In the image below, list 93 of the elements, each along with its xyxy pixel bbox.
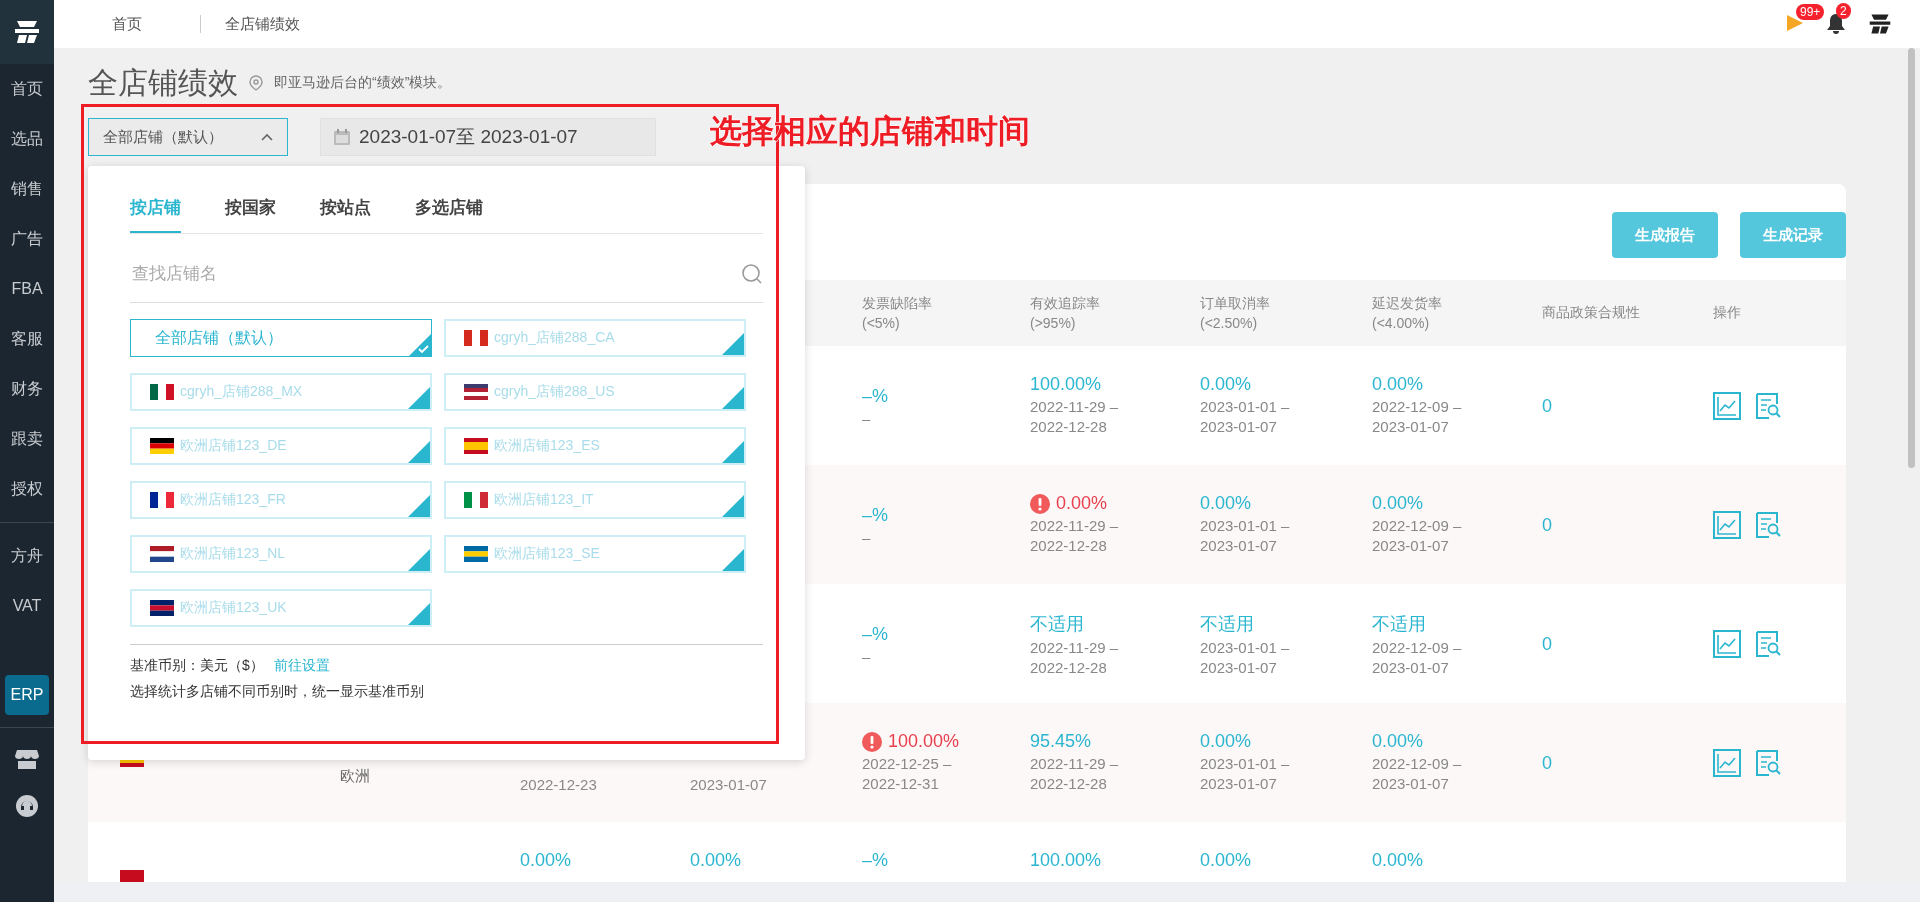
region-text: 欧洲 (340, 767, 371, 786)
page-title: 全店铺绩效 (88, 64, 238, 101)
metric-value: –% (862, 850, 888, 871)
metric-value: –% (862, 386, 888, 407)
notification-badge: 2 (1836, 3, 1851, 19)
metric-value: 0.00% (1056, 493, 1108, 514)
column-header: 商品政策合规性 (1542, 304, 1641, 322)
date-range-text: 2023-01-07 (1372, 775, 1450, 792)
filter-tab[interactable]: 按站点 (320, 186, 371, 233)
date-range-text: 2022-12-09 – (1372, 517, 1463, 534)
metric-value: –% (862, 505, 888, 526)
metric-value: 0.00% (690, 850, 742, 871)
date-range-text: 2022-12-23 (520, 776, 598, 793)
filter-tab[interactable]: 多选店铺 (415, 186, 483, 233)
breadcrumb-link[interactable]: 首页 (112, 14, 142, 34)
metric-value: 0.00% (520, 850, 572, 871)
date-range-text: 2022-12-28 (1030, 775, 1108, 792)
date-range-text: 2022-11-29 – (1030, 755, 1120, 772)
metric-value: 95.45% (1030, 731, 1092, 752)
sidebar-item[interactable]: 授权 (5, 464, 49, 514)
date-range-text: 2023-01-01 – (1200, 398, 1291, 415)
metric-value: 0 (1542, 634, 1552, 655)
column-header: 延迟发货率 (1372, 295, 1443, 313)
date-range-text: 2022-12-28 (1030, 537, 1108, 554)
metric-value: 不适用 (1372, 613, 1426, 636)
currency-note: 选择统计多店铺不同币别时，统一显示基准币别 (130, 683, 425, 701)
metric-value: 0.00% (1200, 493, 1252, 514)
date-range-text: 2022-12-09 – (1372, 639, 1463, 656)
metric-value: 0 (1542, 396, 1552, 417)
column-header: 有效追踪率 (1030, 295, 1101, 313)
sidebar-item[interactable]: VAT (5, 581, 49, 631)
date-range-text: 2022-11-29 – (1030, 517, 1120, 534)
metric-value: 100.00% (888, 731, 960, 752)
column-threshold: (<4.00%) (1372, 315, 1431, 331)
date-range-text: 2023-01-07 (1200, 775, 1278, 792)
metric-value: 0 (1542, 753, 1552, 774)
metric-value: 0.00% (1200, 850, 1252, 871)
date-range-text: 2023-01-07 (1200, 418, 1278, 435)
currency-label: 基准币别：美元（$） (130, 657, 264, 675)
metric-value: 100.00% (1030, 374, 1102, 395)
column-header: 订单取消率 (1200, 295, 1271, 313)
sidebar-item[interactable]: 财务 (5, 364, 49, 414)
sidebar-item[interactable]: 广告 (5, 214, 49, 264)
column-threshold: (>95%) (1030, 315, 1077, 331)
date-range-text: 2023-01-07 (1372, 659, 1450, 676)
metric-value: 0.00% (1200, 374, 1252, 395)
breadcrumb-current: 全店铺绩效 (225, 14, 300, 34)
sidebar-item[interactable]: 销售 (5, 164, 49, 214)
store-select[interactable]: 全部店铺（默认） (88, 118, 288, 156)
sidebar-item[interactable]: 方舟 (5, 531, 49, 581)
date-range-text: 2023-01-07 (1200, 659, 1278, 676)
sidebar-item[interactable]: 选品 (5, 114, 49, 164)
date-range-text: – (862, 410, 872, 427)
date-range-text: 2023-01-01 – (1200, 639, 1291, 656)
metric-value: 0 (1542, 515, 1552, 536)
date-range-text: 2022-11-29 – (1030, 398, 1120, 415)
date-range-text: 2022-12-09 – (1372, 755, 1463, 772)
metric-value: 0.00% (1372, 850, 1424, 871)
date-range-text: 2023-01-01 – (1200, 755, 1291, 772)
sidebar-item[interactable]: 客服 (5, 314, 49, 364)
metric-value: –% (862, 624, 888, 645)
date-range-text: 2022-12-25 – (862, 755, 953, 772)
metric-value: 0.00% (1372, 493, 1424, 514)
metric-value: 0.00% (1372, 374, 1424, 395)
column-header: 操作 (1713, 304, 1742, 322)
date-range-text: – (862, 529, 872, 546)
date-range-text: 2022-11-29 – (1030, 639, 1120, 656)
date-range-text: 2023-01-07 (690, 776, 768, 793)
column-header: 发票缺陷率 (862, 295, 933, 313)
metric-value: 不适用 (1200, 613, 1254, 636)
date-range-text: 2022-12-31 (862, 775, 940, 792)
notification-badge: 99+ (1796, 4, 1825, 20)
sidebar-item[interactable]: ERP (5, 675, 49, 715)
sidebar-item[interactable]: 首页 (5, 64, 49, 114)
metric-value: 0.00% (1372, 731, 1424, 752)
metric-value: 0.00% (1200, 731, 1252, 752)
date-range-text: – (862, 648, 872, 665)
date-range-text: 2023-01-07 (1372, 537, 1450, 554)
page-subtitle: 即亚马逊后台的“绩效”模块。 (274, 74, 452, 92)
metric-value: 不适用 (1030, 613, 1084, 636)
date-range-text: 2022-12-09 – (1372, 398, 1463, 415)
date-range-text: 2022-12-28 (1030, 659, 1108, 676)
column-threshold: (<5%) (862, 315, 901, 331)
date-range-field[interactable]: 2023-01-07至 2023-01-07 (320, 118, 656, 156)
date-range-text: 2023-01-07 (1372, 418, 1450, 435)
sidebar-item[interactable]: 跟卖 (5, 414, 49, 464)
date-range-text: 2022-12-28 (1030, 418, 1108, 435)
filter-tab[interactable]: 按国家 (225, 186, 276, 233)
metric-value: 100.00% (1030, 850, 1102, 871)
sidebar-item[interactable]: FBA (5, 264, 49, 314)
date-range-text: 2023-01-07 (1200, 537, 1278, 554)
date-range-text: 2023-01-01 – (1200, 517, 1291, 534)
column-threshold: (<2.50%) (1200, 315, 1259, 331)
